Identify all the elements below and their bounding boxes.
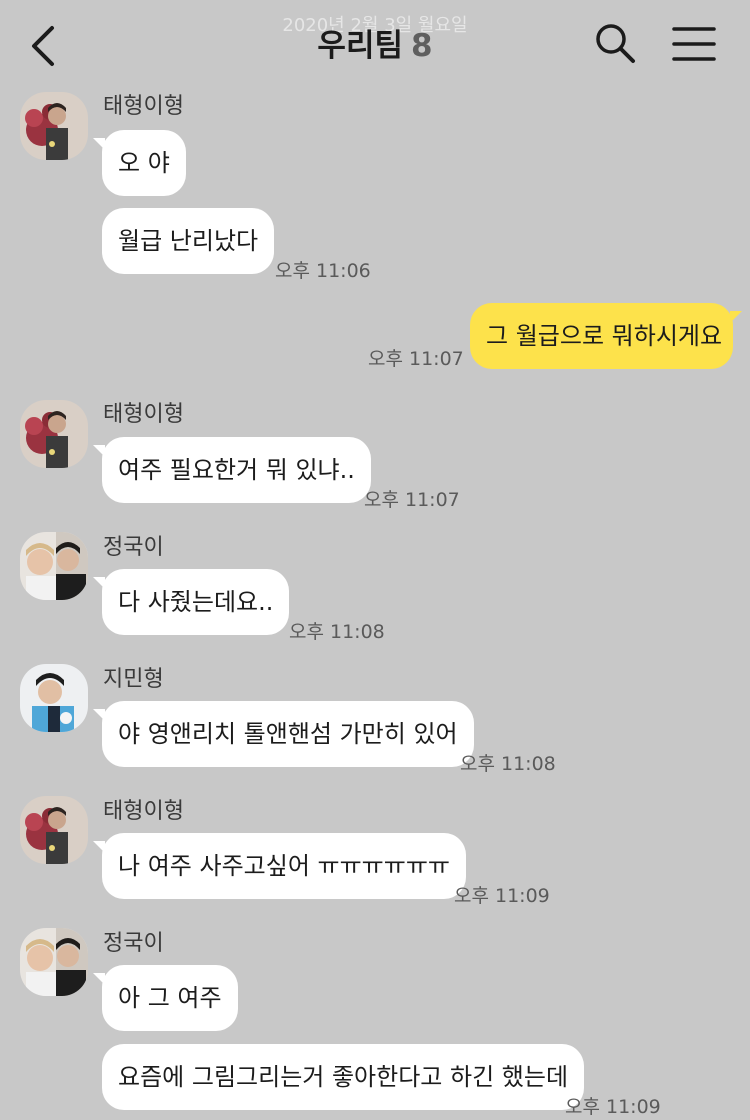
chat-room-name: 우리팀	[317, 28, 403, 64]
menu-icon[interactable]	[672, 26, 716, 62]
message-bubble[interactable]: 야 영앤리치 톨앤핸섬 가만히 있어	[93, 701, 474, 767]
message-time: 오후 11:08	[460, 753, 556, 775]
message-time: 오후 11:08	[289, 621, 385, 643]
avatar[interactable]	[20, 664, 88, 732]
message-bubble[interactable]: 아 그 여주	[93, 965, 238, 1031]
chat-header: 2020년 2월 3일 월요일 우리팀 8	[0, 0, 750, 88]
message-bubble[interactable]: 다 사줬는데요..	[92, 569, 290, 635]
message-bubble[interactable]: 나 여주 사주고싶어 ㅠㅠㅠㅠㅠㅠ	[92, 833, 467, 899]
message-time: 오후 11:06	[275, 260, 371, 282]
avatar[interactable]	[20, 400, 88, 468]
member-count: 8	[410, 28, 433, 64]
search-icon[interactable]	[594, 22, 636, 64]
chat-title: 우리팀 8	[0, 20, 750, 65]
sender-name: 지민형	[103, 667, 164, 692]
avatar[interactable]	[20, 928, 88, 996]
avatar[interactable]	[20, 532, 88, 600]
message-bubble[interactable]: 월급 난리났다	[102, 208, 275, 274]
message-time: 오후 11:09	[454, 885, 550, 907]
message-time: 오후 11:07	[368, 348, 464, 370]
sender-name: 정국이	[103, 931, 164, 956]
my-message-bubble[interactable]: 그 월급으로 뭐하시게요	[470, 303, 742, 369]
message-bubble[interactable]: 요즘에 그림그리는거 좋아한다고 하긴 했는데	[102, 1044, 585, 1110]
message-bubble[interactable]: 오 야	[93, 130, 186, 196]
avatar[interactable]	[20, 92, 88, 160]
sender-name: 태형이형	[103, 799, 184, 824]
avatar[interactable]	[20, 796, 88, 864]
sender-name: 태형이형	[103, 94, 184, 119]
sender-name: 태형이형	[103, 402, 184, 427]
message-time: 오후 11:07	[364, 489, 460, 511]
message-time: 오후 11:09	[565, 1096, 661, 1118]
message-bubble[interactable]: 여주 필요한거 뭐 있냐..	[93, 437, 371, 503]
sender-name: 정국이	[103, 535, 164, 560]
